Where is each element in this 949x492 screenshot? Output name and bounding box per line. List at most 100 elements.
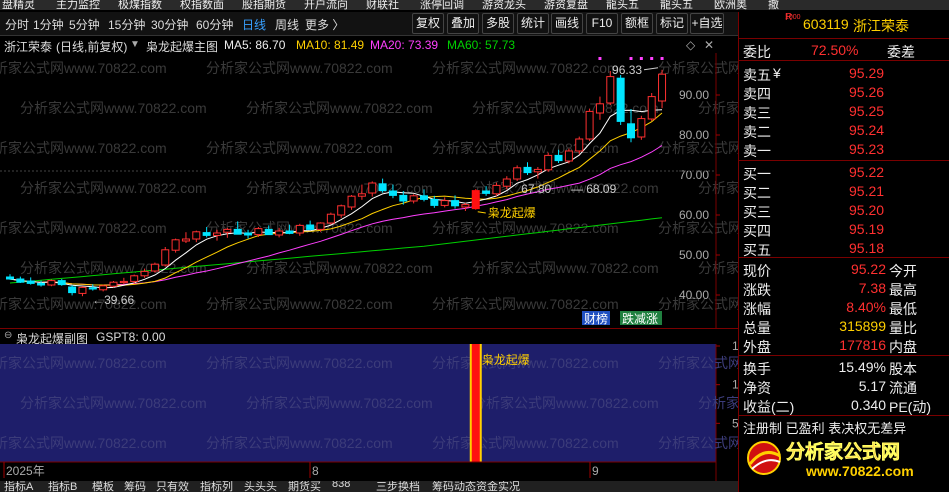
candle-body[interactable]	[26, 280, 35, 284]
bottom-tab[interactable]: 模板	[92, 481, 114, 492]
sell-level-row[interactable]: 卖二 95.24	[739, 121, 949, 140]
bottom-tab[interactable]: 只有效	[156, 481, 189, 492]
candle-body[interactable]	[306, 224, 315, 230]
candle-body[interactable]	[606, 76, 615, 104]
candle-body[interactable]	[357, 193, 366, 197]
top-strip-item[interactable]: 撤	[768, 0, 779, 10]
top-strip-item[interactable]: 极煤指数	[118, 0, 162, 10]
candle-body[interactable]	[326, 213, 335, 224]
toolbar-button[interactable]: 叠加	[447, 13, 479, 34]
top-strip-item[interactable]: 开户流向	[304, 0, 348, 10]
top-strip-item[interactable]: 权指数面	[180, 0, 224, 10]
candle-body[interactable]	[627, 123, 635, 139]
stock-code[interactable]: 603119	[803, 16, 849, 32]
candle-body[interactable]	[482, 190, 491, 194]
sub-indicator-chart[interactable]: 150.0100.050.0分析家公式网www.70822.com分析家公式网w…	[0, 339, 885, 481]
candle-body[interactable]	[533, 168, 542, 173]
candle-body[interactable]	[6, 276, 14, 280]
buy-level-row[interactable]: 买一 95.22	[739, 163, 949, 182]
candle-body[interactable]	[647, 96, 656, 120]
buy-level-row[interactable]: 买五 95.18	[739, 239, 949, 258]
top-strip-item[interactable]: 龍头五	[606, 0, 639, 10]
candle-body[interactable]	[295, 224, 304, 234]
candle-body[interactable]	[430, 198, 439, 206]
stock-name[interactable]: 浙江荣泰	[853, 16, 909, 36]
period-tab[interactable]: 30分钟	[151, 16, 188, 33]
indicator-expand-icon[interactable]: ▼	[130, 39, 140, 50]
candle-body[interactable]	[502, 178, 511, 187]
top-strip-item[interactable]: 龍头五	[660, 0, 693, 10]
toolbar-button[interactable]: F10	[586, 13, 618, 34]
candle-body[interactable]	[99, 285, 108, 291]
period-tab[interactable]: 5分钟	[69, 16, 100, 33]
candle-body[interactable]	[192, 231, 201, 240]
candle-body[interactable]	[161, 249, 170, 266]
period-tab[interactable]: 周线	[275, 16, 299, 33]
top-strip-item[interactable]: 股指期货	[242, 0, 286, 10]
toolbar-button[interactable]: +自选	[690, 13, 724, 34]
candle-body[interactable]	[409, 195, 418, 202]
candle-body[interactable]	[554, 154, 563, 162]
toolbar-button[interactable]: 标记	[656, 13, 688, 34]
chart-settings-diamond-icon[interactable]: ◇	[686, 38, 695, 52]
candle-body[interactable]	[399, 194, 408, 202]
candle-body[interactable]	[47, 280, 56, 286]
sell-level-row[interactable]: 卖四 95.26	[739, 83, 949, 102]
candle-body[interactable]	[616, 77, 625, 122]
top-strip-item[interactable]: 盘精灵	[2, 0, 35, 10]
candle-body[interactable]	[285, 230, 294, 234]
candle-body[interactable]	[544, 154, 553, 171]
candle-body[interactable]	[337, 205, 346, 216]
top-strip-item[interactable]: 游资复盘	[544, 0, 588, 10]
toolbar-button[interactable]: 统计	[517, 13, 549, 34]
candle-body[interactable]	[109, 281, 118, 287]
candlestick-chart[interactable]: 分析家公式网www.70822.com 分析家公式网www.70822.com 分析…	[0, 53, 885, 328]
candle-body[interactable]	[420, 195, 428, 200]
candle-body[interactable]	[564, 150, 573, 162]
caibang-tag[interactable]: 财榜	[584, 311, 608, 326]
candle-body[interactable]	[130, 275, 139, 282]
candle-body[interactable]	[585, 110, 594, 140]
top-strip-item[interactable]: 财联社	[366, 0, 399, 10]
buy-level-row[interactable]: 买三 95.20	[739, 201, 949, 220]
candle-body[interactable]	[150, 263, 159, 272]
bottom-tab[interactable]: 期货买	[288, 481, 321, 492]
candle-body[interactable]	[658, 73, 667, 102]
candle-body[interactable]	[213, 232, 221, 236]
candle-body[interactable]	[575, 138, 584, 152]
toolbar-button[interactable]: 画线	[551, 13, 583, 34]
candle-body[interactable]	[244, 232, 253, 236]
candle-body[interactable]	[316, 222, 325, 230]
sell-level-row[interactable]: 卖五 ¥95.29	[739, 64, 949, 83]
candle-body[interactable]	[140, 270, 149, 277]
bottom-tab[interactable]: 指标A	[4, 481, 33, 492]
candle-body[interactable]	[347, 195, 356, 208]
candle-body[interactable]	[181, 238, 190, 242]
bottom-tab[interactable]: 三步换档	[376, 481, 420, 492]
diezhang-tag[interactable]: 跌减涨	[622, 311, 658, 326]
toolbar-button[interactable]: 复权	[412, 13, 444, 34]
candle-body[interactable]	[119, 280, 128, 284]
candle-body[interactable]	[171, 239, 180, 251]
candle-body[interactable]	[202, 232, 211, 236]
candle-body[interactable]	[275, 230, 284, 236]
bottom-tab[interactable]: 头头头	[244, 481, 277, 492]
chart-close-icon[interactable]: ✕	[704, 38, 714, 52]
candle-body[interactable]	[254, 228, 263, 236]
period-tab[interactable]: 更多 〉	[305, 16, 344, 33]
candle-body[interactable]	[68, 286, 77, 294]
bottom-tab[interactable]: 指标B	[48, 481, 77, 492]
top-strip-item[interactable]: 欧洲奥	[714, 0, 747, 10]
candle-body[interactable]	[523, 166, 532, 174]
sub-chart-close-icon[interactable]: ⊖	[4, 330, 12, 341]
candle-body[interactable]	[637, 118, 646, 138]
buy-level-row[interactable]: 买二 95.21	[739, 182, 949, 201]
candle-body[interactable]	[57, 280, 66, 286]
top-strip-item[interactable]: 游资龙头	[482, 0, 526, 10]
bottom-tab[interactable]: 指标列	[200, 481, 233, 492]
period-tab[interactable]: 日线	[242, 16, 266, 33]
candle-body[interactable]	[78, 286, 87, 294]
period-tab[interactable]: 15分钟	[108, 16, 145, 33]
toolbar-button[interactable]: 多股	[482, 13, 514, 34]
candle-body[interactable]	[378, 183, 387, 192]
